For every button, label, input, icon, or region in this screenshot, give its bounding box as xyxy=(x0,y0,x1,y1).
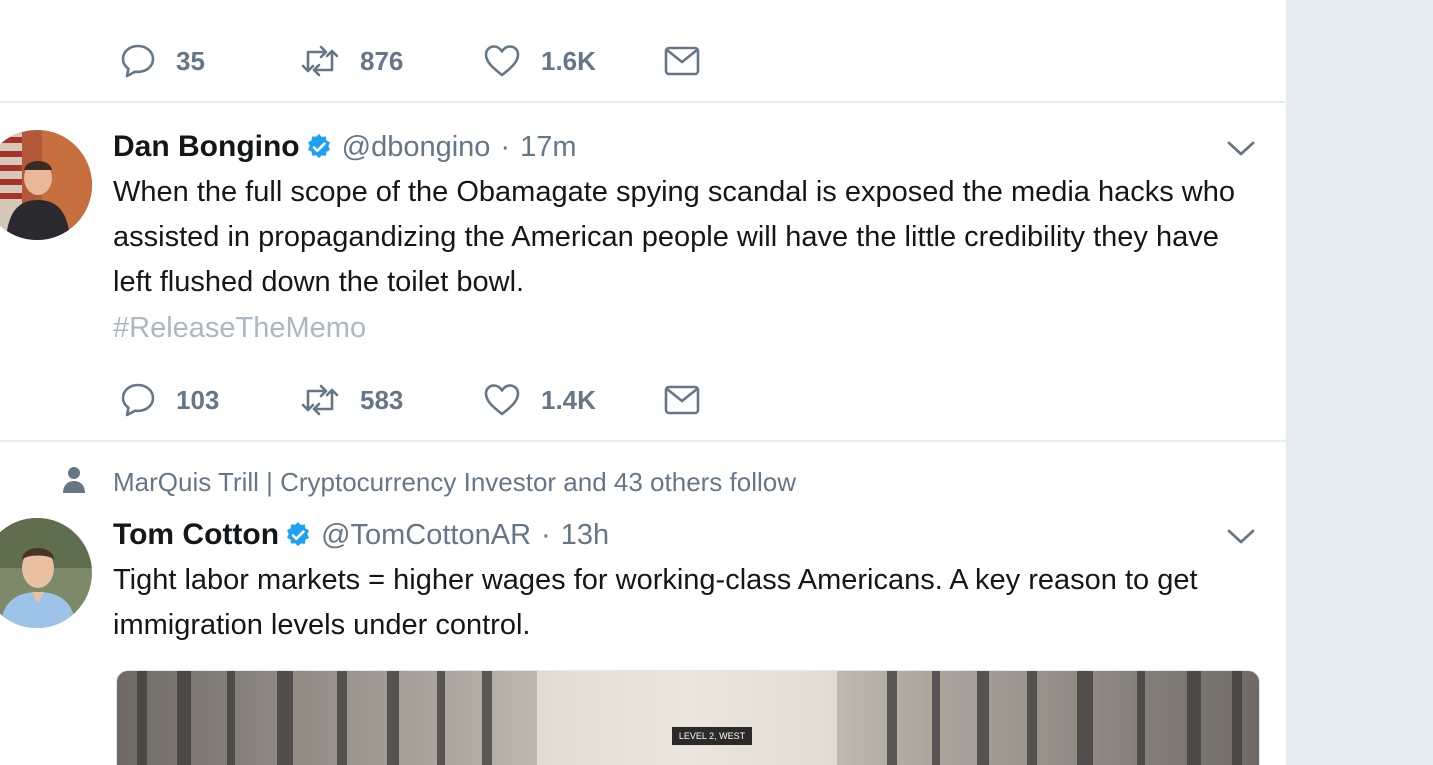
tweet-text: Tight labor markets = higher wages for w… xyxy=(113,564,1198,641)
retweet-icon xyxy=(300,382,340,418)
chevron-down-icon[interactable] xyxy=(1224,131,1258,165)
envelope-icon xyxy=(664,385,700,415)
social-context-text[interactable]: MarQuis Trill | Cryptocurrency Investor … xyxy=(113,467,796,498)
reply-count: 35 xyxy=(176,45,205,76)
timeline: 35 876 1.6K Dan Bongino @dbongino · 17m … xyxy=(0,0,1286,765)
timestamp[interactable]: 13h xyxy=(561,519,609,552)
verified-badge-icon xyxy=(306,134,332,160)
reply-icon xyxy=(120,382,156,418)
tweet-actions: 35 876 1.6K xyxy=(0,36,800,86)
reply-icon xyxy=(120,43,156,79)
social-context: MarQuis Trill | Cryptocurrency Investor … xyxy=(60,462,796,502)
retweet-count: 876 xyxy=(360,45,404,76)
right-sidebar-background xyxy=(1286,0,1433,765)
reply-button[interactable]: 103 xyxy=(120,375,219,425)
retweet-count: 583 xyxy=(360,384,404,415)
username[interactable]: @dbongino xyxy=(342,131,491,164)
tweet-divider xyxy=(0,440,1286,442)
username[interactable]: @TomCottonAR xyxy=(321,519,531,552)
display-name[interactable]: Dan Bongino xyxy=(113,130,300,164)
person-icon xyxy=(60,465,88,500)
separator-dot: · xyxy=(541,518,551,551)
display-name[interactable]: Tom Cotton xyxy=(113,518,279,552)
tweet-media-image[interactable]: LEVEL 2, WEST xyxy=(116,670,1260,765)
like-button[interactable]: 1.6K xyxy=(483,36,596,86)
reply-button[interactable]: 35 xyxy=(120,36,205,86)
verified-badge-icon xyxy=(285,522,311,548)
envelope-icon xyxy=(664,46,700,76)
direct-message-button[interactable] xyxy=(664,36,700,86)
tweet-header: Tom Cotton @TomCottonAR · 13h xyxy=(113,515,609,555)
tweet-text: When the full scope of the Obamagate spy… xyxy=(113,176,1235,298)
direct-message-button[interactable] xyxy=(664,375,700,425)
timestamp[interactable]: 17m xyxy=(520,131,576,164)
retweet-icon xyxy=(300,43,340,79)
like-count: 1.6K xyxy=(541,45,596,76)
media-sign-text: LEVEL 2, WEST xyxy=(678,731,746,741)
tweet-header: Dan Bongino @dbongino · 17m xyxy=(113,127,577,167)
avatar[interactable] xyxy=(0,518,92,628)
separator-dot: · xyxy=(500,130,511,163)
heart-icon xyxy=(483,382,521,418)
hashtag-link[interactable]: #ReleaseTheMemo xyxy=(113,312,366,345)
like-count: 1.4K xyxy=(541,384,596,415)
retweet-button[interactable]: 876 xyxy=(300,36,403,86)
retweet-button[interactable]: 583 xyxy=(300,375,403,425)
like-button[interactable]: 1.4K xyxy=(483,375,596,425)
avatar[interactable] xyxy=(0,130,92,240)
chevron-down-icon[interactable] xyxy=(1224,519,1258,553)
reply-count: 103 xyxy=(176,384,220,415)
tweet-actions: 103 583 1.4K xyxy=(0,375,800,425)
heart-icon xyxy=(483,43,521,79)
tweet-divider xyxy=(0,101,1286,103)
